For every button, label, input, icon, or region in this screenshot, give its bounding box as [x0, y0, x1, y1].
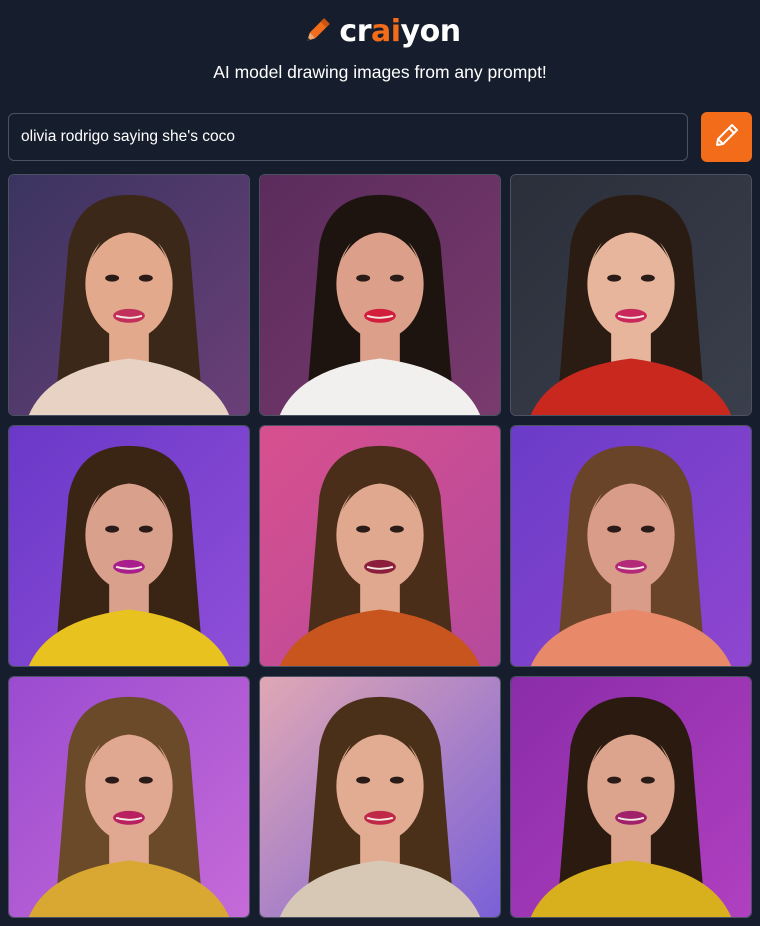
generated-image[interactable]	[8, 676, 250, 918]
generated-image[interactable]	[8, 425, 250, 667]
results-grid	[8, 174, 752, 918]
generated-image[interactable]	[510, 174, 752, 416]
prompt-input[interactable]	[8, 113, 688, 161]
generated-image[interactable]	[259, 676, 501, 918]
tagline: AI model drawing images from any prompt!	[213, 62, 547, 82]
generated-image[interactable]	[510, 425, 752, 667]
header: cr ai yon	[0, 10, 760, 52]
brand-logo[interactable]: cr ai yon	[339, 13, 462, 49]
draw-button[interactable]	[701, 112, 752, 162]
generated-image[interactable]	[510, 676, 752, 918]
generated-image[interactable]	[259, 174, 501, 416]
logo-text-accent: ai	[371, 13, 401, 49]
generated-image[interactable]	[259, 425, 501, 667]
logo-text-part: cr	[339, 13, 371, 49]
generated-image[interactable]	[8, 174, 250, 416]
pencil-icon	[713, 121, 741, 154]
logo-text-part: yon	[400, 13, 462, 49]
pencil-icon	[299, 13, 335, 49]
